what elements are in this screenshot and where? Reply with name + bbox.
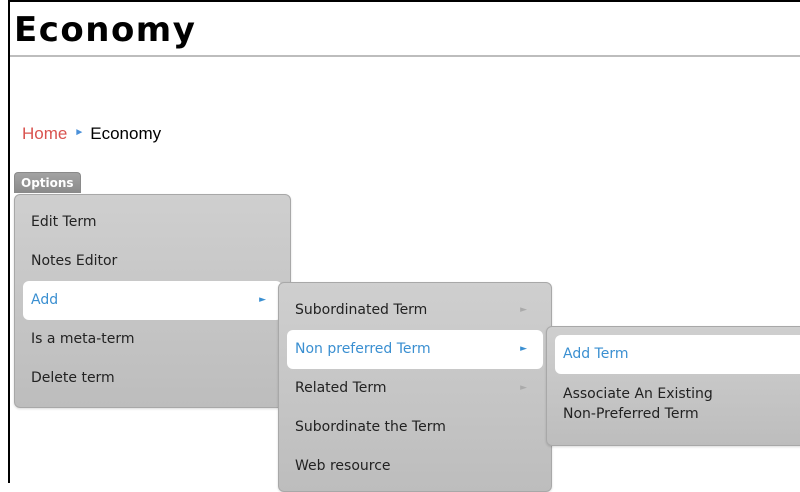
menu-item-edit-term[interactable]: Edit Term xyxy=(15,203,290,242)
submenu-arrow-icon: ► xyxy=(259,295,266,305)
menu-item-label: Web resource xyxy=(295,458,391,474)
menu-item-label: Subordinate the Term xyxy=(295,419,446,435)
options-tab[interactable]: Options xyxy=(14,172,81,193)
title-divider xyxy=(10,55,800,57)
menu-item-label: Non preferred Term xyxy=(295,341,431,357)
submenu-arrow-icon: ► xyxy=(520,344,527,354)
breadcrumb: Home ► Economy xyxy=(22,124,161,144)
menu-item-delete-term[interactable]: Delete term xyxy=(15,359,290,398)
menu-item-associate-existing[interactable]: Associate An Existing Non-Preferred Term xyxy=(547,374,800,434)
options-menu: Edit Term Notes Editor Add ► Is a meta-t… xyxy=(14,194,291,408)
menu-item-web-resource[interactable]: Web resource xyxy=(279,447,551,486)
submenu-arrow-icon: ► xyxy=(520,383,527,393)
breadcrumb-home-link[interactable]: Home xyxy=(22,124,67,144)
menu-item-label: Add Term xyxy=(563,346,629,362)
add-submenu: Subordinated Term ► Non preferred Term ►… xyxy=(278,282,552,492)
menu-item-label: Edit Term xyxy=(31,214,97,230)
non-preferred-term-submenu: Add Term Associate An Existing Non-Prefe… xyxy=(546,326,800,446)
menu-item-related-term[interactable]: Related Term ► xyxy=(279,369,551,408)
menu-item-label: Related Term xyxy=(295,380,387,396)
menu-item-label: Delete term xyxy=(31,370,115,386)
menu-item-is-meta-term[interactable]: Is a meta-term xyxy=(15,320,290,359)
submenu-arrow-icon: ► xyxy=(520,305,527,315)
menu-item-label: Notes Editor xyxy=(31,253,118,269)
breadcrumb-current: Economy xyxy=(90,124,162,143)
menu-item-add-term[interactable]: Add Term xyxy=(555,335,800,374)
menu-item-non-preferred-term[interactable]: Non preferred Term ► xyxy=(287,330,543,369)
breadcrumb-arrow-icon: ► xyxy=(74,127,85,138)
menu-item-subordinate-the-term[interactable]: Subordinate the Term xyxy=(279,408,551,447)
menu-item-add[interactable]: Add ► xyxy=(23,281,282,320)
menu-item-label: Is a meta-term xyxy=(31,331,135,347)
menu-item-notes-editor[interactable]: Notes Editor xyxy=(15,242,290,281)
menu-item-label-line1: Associate An Existing xyxy=(563,386,713,402)
menu-item-label: Subordinated Term xyxy=(295,302,428,318)
page-title: Economy xyxy=(14,10,197,50)
menu-item-subordinated-term[interactable]: Subordinated Term ► xyxy=(279,291,551,330)
menu-item-label: Add xyxy=(31,292,59,308)
menu-item-label-line2: Non-Preferred Term xyxy=(563,406,699,422)
